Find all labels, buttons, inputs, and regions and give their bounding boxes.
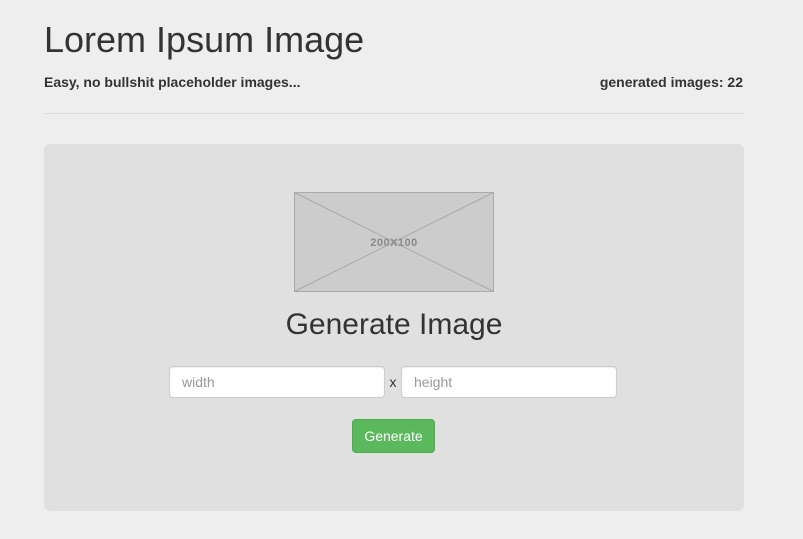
height-input[interactable] <box>401 366 617 398</box>
generate-button[interactable]: Generate <box>352 419 435 453</box>
page-title: Lorem Ipsum Image <box>44 19 365 60</box>
header-divider <box>44 113 744 114</box>
dimension-separator: x <box>389 374 397 390</box>
preview-size-label: 200X100 <box>370 237 418 249</box>
placeholder-preview-image: 200X100 <box>294 192 494 292</box>
tagline: Easy, no bullshit placeholder images... <box>44 74 301 90</box>
page: Lorem Ipsum Image Easy, no bullshit plac… <box>0 0 803 539</box>
placeholder-preview-svg: 200X100 <box>294 192 494 292</box>
generator-panel: 200X100 Generate Image x Generate <box>44 144 744 511</box>
width-input[interactable] <box>169 366 385 398</box>
generated-images-counter: generated images: 22 <box>599 74 743 90</box>
generate-heading: Generate Image <box>285 308 503 341</box>
